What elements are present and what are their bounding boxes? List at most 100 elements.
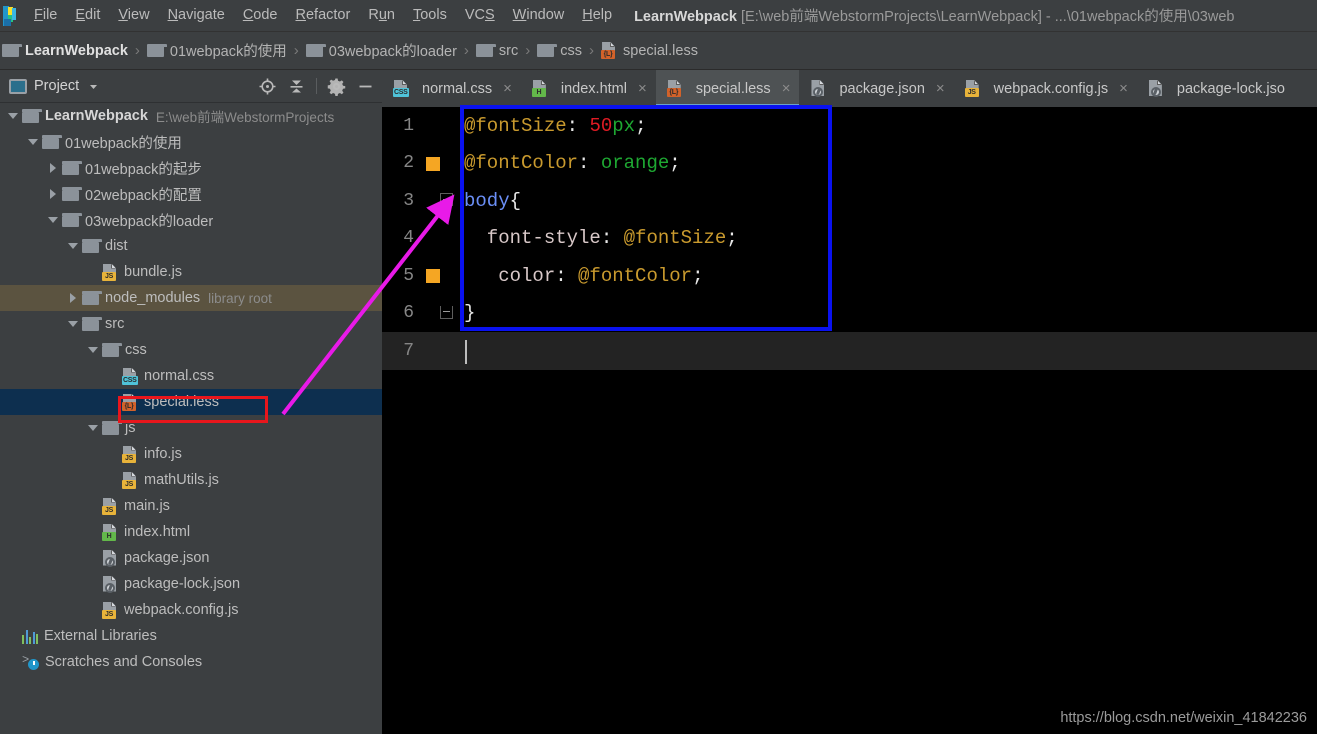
minimize-icon[interactable] <box>356 77 375 96</box>
editor-line-2[interactable]: 2 @fontColor: orange; <box>382 145 1317 183</box>
code-fold-icon[interactable] <box>440 305 453 319</box>
chevron-down-icon[interactable] <box>87 80 100 93</box>
twisty-open-icon[interactable] <box>66 238 82 254</box>
gutter-marker-area[interactable] <box>414 107 458 145</box>
menu-item-file[interactable]: File <box>25 4 66 27</box>
tree-item-01webpack-[interactable]: 01webpack的起步 <box>0 155 382 181</box>
tree-item-node-modules[interactable]: node_modules library root <box>0 285 382 311</box>
twisty-open-icon[interactable] <box>26 134 42 150</box>
menu-item-help[interactable]: Help <box>573 4 621 27</box>
tree-item-info-js[interactable]: JS info.js <box>0 441 382 467</box>
tree-item-bundle-js[interactable]: JS bundle.js <box>0 259 382 285</box>
menu-item-vcs[interactable]: VCS <box>456 4 504 27</box>
tree-item-index-html[interactable]: Hindex.html <box>0 519 382 545</box>
twisty-open-icon[interactable] <box>6 108 22 124</box>
breadcrumb-item-1[interactable]: 01webpack的使用 <box>146 40 287 61</box>
twisty-closed-icon[interactable] <box>46 160 62 176</box>
code-token: : <box>555 264 579 287</box>
breadcrumb-item-4[interactable]: css <box>537 43 582 59</box>
tree-item-css[interactable]: css <box>0 337 382 363</box>
folder-icon <box>102 343 122 357</box>
tree-item-js[interactable]: js <box>0 415 382 441</box>
breadcrumb-item-2[interactable]: 03webpack的loader <box>305 40 457 61</box>
tree-item-package-json[interactable]: package.json <box>0 545 382 571</box>
breadcrumb-item-3[interactable]: src <box>475 43 518 59</box>
tree-item-dist[interactable]: dist <box>0 233 382 259</box>
close-icon[interactable]: × <box>503 80 512 97</box>
css-file-icon: CSS <box>393 80 409 97</box>
tree-item-package-lock-json[interactable]: package-lock.json <box>0 571 382 597</box>
close-icon[interactable]: × <box>936 80 945 97</box>
editor-tab-bar[interactable]: CSS normal.css × Hindex.html × {L} special.les… <box>382 70 1317 107</box>
tree-item-mathutils-js[interactable]: JS mathUtils.js <box>0 467 382 493</box>
breadcrumb-item-5[interactable]: {L} special.less <box>601 42 698 59</box>
editor-line-4[interactable]: 4 font-style: @fontSize; <box>382 220 1317 258</box>
breadcrumb-label: css <box>560 42 583 59</box>
close-icon[interactable]: × <box>638 80 647 97</box>
editor-line-5[interactable]: 5 color: @fontColor; <box>382 257 1317 295</box>
scratches-icon: >_ <box>22 654 39 670</box>
editor-line-3[interactable]: 3 body{ <box>382 182 1317 220</box>
menu-item-edit[interactable]: Edit <box>66 4 109 27</box>
tree-item-01webpack-[interactable]: 01webpack的使用 <box>0 129 382 155</box>
tree-item-webpack-config-js[interactable]: JS webpack.config.js <box>0 597 382 623</box>
breadcrumb-label: 03webpack的loader <box>328 44 457 60</box>
gutter-marker-area[interactable] <box>414 220 458 258</box>
editor-tab-webpack-config-js[interactable]: JS webpack.config.js × <box>954 70 1137 107</box>
menu-bar: File Edit View Navigate Code Refactor Run Tools… <box>0 0 1317 32</box>
tree-item-02webpack-[interactable]: 02webpack的配置 <box>0 181 382 207</box>
gutter-marker-area[interactable] <box>414 257 458 295</box>
breadcrumb-item-0[interactable]: LearnWebpack <box>2 43 128 59</box>
tree-item-learnwebpack[interactable]: LearnWebpack E:\web前端WebstormProjects <box>0 103 382 129</box>
twisty-open-icon[interactable] <box>86 420 102 436</box>
close-icon[interactable]: × <box>1119 80 1128 97</box>
gutter-marker-area[interactable] <box>414 145 458 183</box>
menu-item-run[interactable]: Run <box>359 4 404 27</box>
editor-tab-normal-css[interactable]: CSS normal.css × <box>382 70 521 107</box>
collapse-all-icon[interactable] <box>287 77 306 96</box>
twisty-open-icon[interactable] <box>66 316 82 332</box>
project-tree[interactable]: LearnWebpack E:\web前端WebstormProjects 01we… <box>0 103 382 734</box>
locate-icon[interactable] <box>258 77 277 96</box>
editor-line-7[interactable]: 7 <box>382 332 1317 370</box>
editor-line-6[interactable]: 6} <box>382 295 1317 333</box>
folder-icon <box>62 161 82 175</box>
less-file-icon: {L} <box>122 393 138 411</box>
menu-item-tools[interactable]: Tools <box>404 4 456 27</box>
tree-item-main-js[interactable]: JS main.js <box>0 493 382 519</box>
tree-item-scratches-and-consoles[interactable]: >_ Scratches and Consoles <box>0 649 382 675</box>
twisty-open-icon[interactable] <box>46 212 62 228</box>
code-token: : <box>600 227 624 250</box>
twisty-closed-icon[interactable] <box>66 290 82 306</box>
code-editor[interactable]: 1 @fontSize: 50px; 2 @fontColor: orange; 3 bo… <box>382 107 1317 734</box>
tree-item-label: src <box>105 316 125 332</box>
tree-item-special-less[interactable]: {L} special.less <box>0 389 382 415</box>
tree-item-external-libraries[interactable]: External Libraries <box>0 623 382 649</box>
twisty-closed-icon[interactable] <box>46 186 62 202</box>
menu-item-refactor[interactable]: Refactor <box>287 4 360 27</box>
gear-icon[interactable] <box>327 77 346 96</box>
editor-line-1[interactable]: 1 @fontSize: 50px; <box>382 107 1317 145</box>
menu-item-window[interactable]: Window <box>504 4 574 27</box>
json-file-icon <box>102 575 118 593</box>
editor-tab-package-lock-jso[interactable]: package-lock.jso <box>1137 70 1294 107</box>
close-icon[interactable]: × <box>782 80 791 97</box>
tree-item-normal-css[interactable]: CSS normal.css <box>0 363 382 389</box>
tree-item-src[interactable]: src <box>0 311 382 337</box>
gutter-marker-area[interactable] <box>414 332 458 370</box>
code-fold-icon[interactable] <box>440 193 453 206</box>
code-line-text: @fontSize: 50px; <box>458 115 646 137</box>
tree-item-label: webpack.config.js <box>124 602 239 618</box>
twisty-open-icon[interactable] <box>86 342 102 358</box>
tree-item-label: main.js <box>124 498 170 514</box>
gutter-marker-area[interactable] <box>414 182 458 220</box>
editor-tab-index-html[interactable]: Hindex.html × <box>521 70 656 107</box>
menu-item-navigate[interactable]: Navigate <box>159 4 234 27</box>
menu-item-view[interactable]: View <box>109 4 158 27</box>
editor-tab-special-less[interactable]: {L} special.less × <box>655 70 800 107</box>
tree-item-03webpack-loader[interactable]: 03webpack的loader <box>0 207 382 233</box>
gutter-marker-area[interactable] <box>414 295 458 333</box>
menu-item-code[interactable]: Code <box>234 4 287 27</box>
editor-tab-package-json[interactable]: package.json × <box>799 70 953 107</box>
